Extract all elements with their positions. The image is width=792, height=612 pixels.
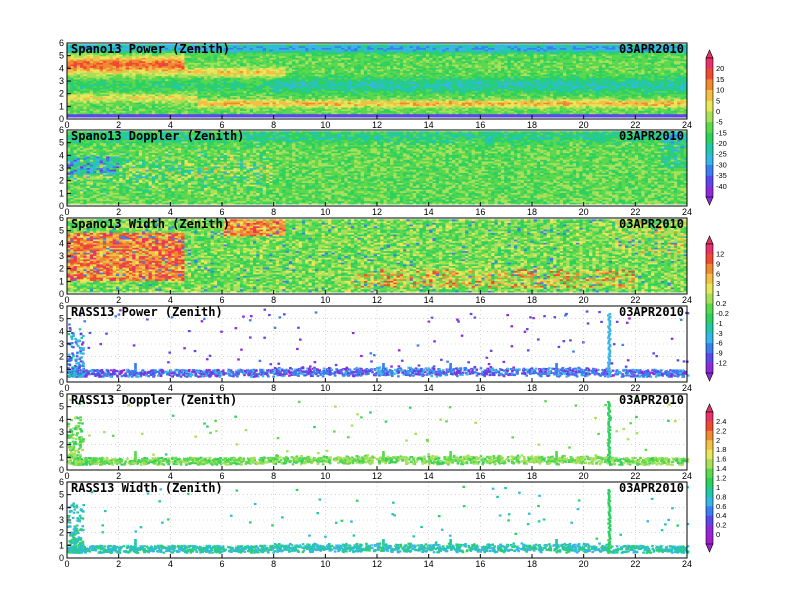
heat-cell	[266, 44, 270, 46]
heat-cell	[354, 44, 358, 46]
heat-cell	[246, 44, 250, 46]
heat-cell	[295, 44, 299, 46]
heat-cell	[315, 44, 319, 46]
heat-cell	[286, 44, 290, 46]
heat-cell	[302, 44, 306, 46]
heat-cell	[374, 44, 378, 46]
heat-cell	[384, 44, 388, 46]
heat-cell	[380, 44, 384, 46]
heat-cell	[260, 44, 264, 46]
heat-cell	[322, 44, 326, 46]
heat-cell	[279, 44, 283, 46]
heat-cell	[289, 44, 293, 46]
heat-cell	[318, 44, 322, 46]
heat-cell	[250, 44, 254, 46]
heat-cell	[351, 44, 355, 46]
heat-cell	[253, 44, 257, 46]
heat-cell	[230, 44, 234, 46]
panel-1: 0 2 4 6 8 10 12 14 16 18 20 22 240123456 Spano13 Powe…	[59, 38, 692, 130]
heat-cell	[338, 44, 342, 46]
heat-cell	[269, 44, 273, 46]
heat-cell	[331, 44, 335, 46]
heat-cell	[282, 44, 286, 46]
heat-cell	[305, 44, 309, 46]
heat-cell	[364, 44, 368, 46]
heat-cell	[357, 44, 361, 46]
heat-cell	[361, 44, 365, 46]
heat-cell	[370, 44, 374, 46]
heat-cell	[243, 44, 247, 46]
heat-cell	[240, 44, 244, 46]
figure-canvas: 0 2 4 6 8 10 12 14 16 18 20 22 240123456 Spano13 Powe…	[0, 0, 792, 612]
heat-cell	[308, 44, 312, 46]
heat-cell	[299, 44, 303, 46]
heat-cell	[387, 44, 391, 46]
heat-cell	[325, 44, 329, 46]
heat-cell	[237, 44, 241, 46]
heat-cell	[233, 44, 237, 46]
heat-cell	[256, 44, 260, 46]
heat-cell	[292, 44, 296, 46]
heat-cell	[335, 44, 339, 46]
heat-cell	[377, 44, 381, 46]
heat-cell	[263, 44, 267, 46]
heat-cell	[341, 44, 345, 46]
heat-cell	[276, 44, 280, 46]
heat-cell	[312, 44, 316, 46]
heat-cell	[328, 44, 332, 46]
heat-cell	[344, 44, 348, 46]
heat-cell	[273, 44, 277, 46]
heat-cell	[367, 44, 371, 46]
heat-cell	[348, 44, 352, 46]
